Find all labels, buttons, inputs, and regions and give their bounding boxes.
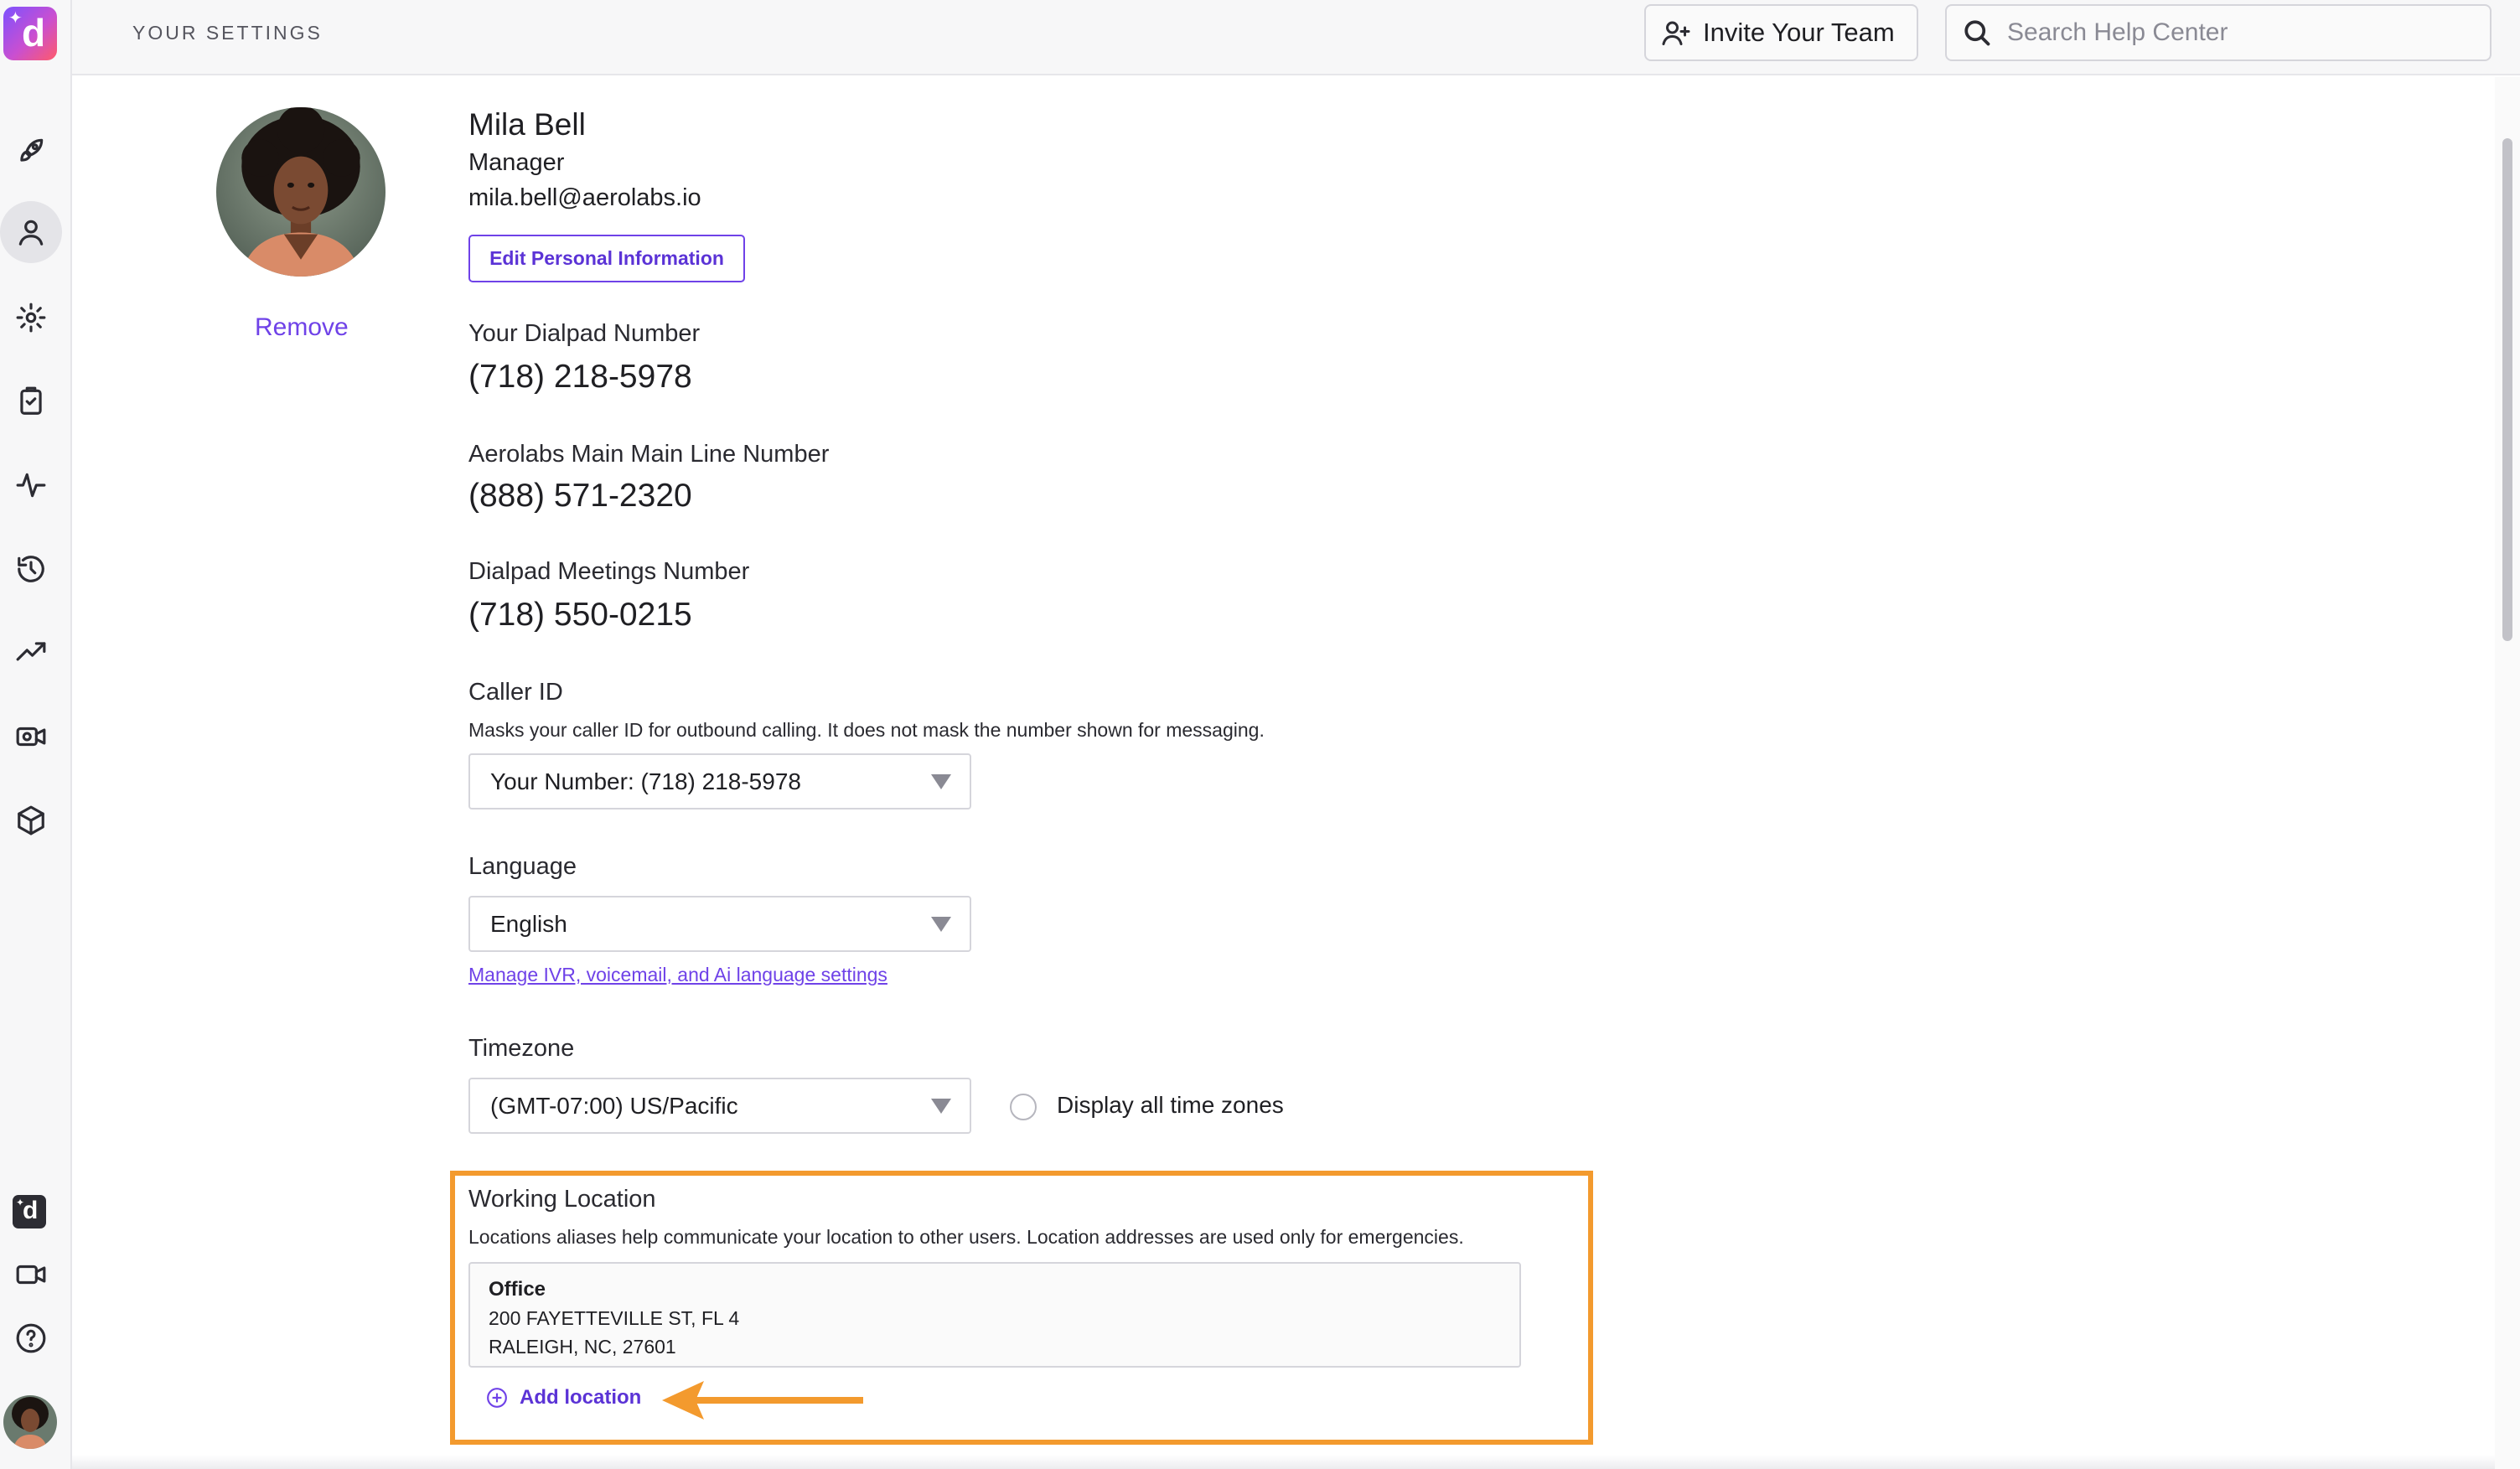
add-location-label: Add location: [520, 1386, 642, 1409]
user-email: mila.bell@aerolabs.io: [468, 184, 701, 211]
help-icon[interactable]: [7, 1314, 55, 1363]
caller-id-help: Masks your caller ID for outbound callin…: [468, 719, 1265, 741]
scrollbar-thumb[interactable]: [2502, 138, 2512, 641]
location-name: Office: [489, 1278, 546, 1301]
user-avatar[interactable]: [3, 1395, 57, 1449]
manage-language-settings-link[interactable]: Manage IVR, voicemail, and Ai language s…: [468, 964, 887, 986]
search-icon: [1964, 20, 1990, 46]
dialpad-number-label: Your Dialpad Number: [468, 320, 701, 347]
settings-icon[interactable]: [7, 293, 55, 342]
caller-id-select[interactable]: Your Number: (718) 218-5978: [468, 753, 971, 810]
display-all-timezones-radio[interactable]: [1010, 1094, 1037, 1120]
chevron-down-icon: [931, 1099, 951, 1114]
working-location-help: Locations aliases help communicate your …: [468, 1226, 1464, 1248]
timezone-label: Timezone: [468, 1035, 575, 1062]
video-icon[interactable]: [7, 1250, 55, 1299]
profile-photo: [216, 107, 386, 277]
invite-team-label: Invite Your Team: [1703, 18, 1895, 47]
search-box[interactable]: [1945, 4, 2492, 61]
caller-id-selected: Your Number: (718) 218-5978: [490, 768, 801, 794]
profile-icon[interactable]: [0, 201, 62, 263]
user-name: Mila Bell: [468, 107, 586, 142]
arrow-left-icon: [662, 1381, 863, 1420]
tasks-icon[interactable]: [7, 377, 55, 426]
caller-id-label: Caller ID: [468, 679, 563, 706]
history-icon[interactable]: [7, 545, 55, 593]
invite-team-button[interactable]: Invite Your Team: [1644, 4, 1918, 61]
language-selected: English: [490, 910, 567, 937]
dialpad-app-icon[interactable]: ✦ d: [13, 1195, 46, 1228]
display-all-timezones-label: Display all time zones: [1057, 1092, 1284, 1118]
location-address-line1: 200 FAYETTEVILLE ST, FL 4: [489, 1307, 740, 1329]
timezone-selected: (GMT-07:00) US/Pacific: [490, 1092, 738, 1119]
chevron-down-icon: [931, 917, 951, 932]
package-icon[interactable]: [7, 796, 55, 845]
meetings-number-label: Dialpad Meetings Number: [468, 558, 750, 585]
timezone-select[interactable]: (GMT-07:00) US/Pacific: [468, 1078, 971, 1134]
launch-icon[interactable]: [7, 127, 55, 175]
search-input[interactable]: [2007, 18, 2476, 47]
activity-icon[interactable]: [7, 461, 55, 509]
dialpad-logo[interactable]: ✦ d: [3, 7, 57, 60]
add-location-button[interactable]: Add location: [486, 1386, 641, 1410]
video-settings-icon[interactable]: [7, 712, 55, 761]
remove-photo-link[interactable]: Remove: [255, 313, 349, 342]
left-rail: ✦ d ✦ d: [0, 0, 72, 1469]
language-select[interactable]: English: [468, 896, 971, 952]
user-role: Manager: [468, 149, 565, 176]
add-user-icon: [1662, 21, 1690, 45]
page-title: YOUR SETTINGS: [132, 22, 323, 44]
meetings-number-value: (718) 550-0215: [468, 597, 692, 633]
trending-icon[interactable]: [7, 628, 55, 677]
location-address-line2: RALEIGH, NC, 27601: [489, 1336, 676, 1358]
edit-personal-info-button[interactable]: Edit Personal Information: [468, 235, 745, 282]
language-label: Language: [468, 853, 577, 880]
add-circle-icon: [487, 1388, 507, 1408]
dialpad-number-value: (718) 218-5978: [468, 359, 692, 395]
main-line-label: Aerolabs Main Main Line Number: [468, 441, 830, 468]
main-line-value: (888) 571-2320: [468, 478, 692, 514]
chevron-down-icon: [931, 774, 951, 789]
working-location-label: Working Location: [468, 1186, 656, 1213]
top-header: YOUR SETTINGS Invite Your Team: [72, 0, 2520, 75]
location-card[interactable]: Office 200 FAYETTEVILLE ST, FL 4 RALEIGH…: [468, 1262, 1521, 1368]
bottom-fade: [72, 1455, 2495, 1469]
